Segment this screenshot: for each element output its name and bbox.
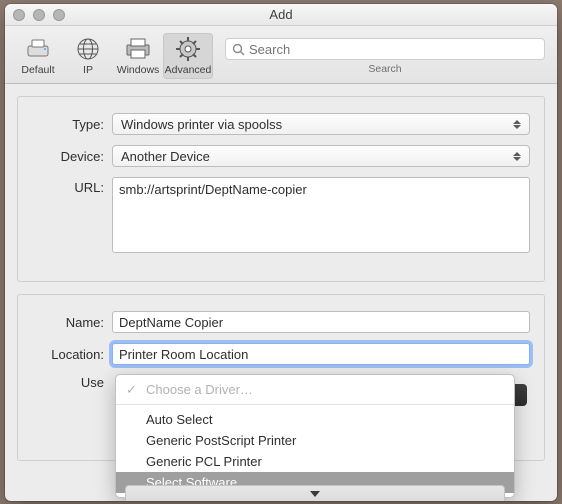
device-label: Device:	[32, 149, 112, 164]
toolbar-advanced[interactable]: Advanced	[163, 33, 213, 79]
url-label: URL:	[32, 177, 112, 195]
use-driver-menu: ✓ Choose a Driver… Auto Select Generic P…	[115, 374, 515, 498]
printer-alt-icon	[123, 36, 153, 62]
gear-icon	[173, 36, 203, 62]
menu-item-pcl[interactable]: Generic PCL Printer	[116, 451, 514, 472]
toolbar: Default IP Windows Advanced Search	[5, 26, 557, 84]
menu-item-postscript[interactable]: Generic PostScript Printer	[116, 430, 514, 451]
add-printer-window: Add Default IP Windows Advanced	[5, 4, 557, 501]
menu-item-auto[interactable]: Auto Select	[116, 409, 514, 430]
location-label: Location:	[32, 347, 112, 362]
search-wrap: Search	[221, 36, 549, 75]
chevron-updown-icon	[509, 148, 525, 164]
printer-icon	[23, 36, 53, 62]
search-input[interactable]	[249, 42, 538, 57]
window-title: Add	[5, 7, 557, 22]
name-field[interactable]	[112, 311, 530, 333]
use-label: Use	[32, 375, 112, 390]
menu-item-choose: ✓ Choose a Driver…	[116, 379, 514, 400]
toolbar-default[interactable]: Default	[13, 33, 63, 79]
toolbar-ip[interactable]: IP	[63, 33, 113, 79]
connection-pane: Type: Windows printer via spoolss Device…	[17, 96, 545, 282]
location-field[interactable]	[112, 343, 530, 365]
toolbar-windows[interactable]: Windows	[113, 33, 163, 79]
toolbar-label: IP	[83, 64, 93, 76]
url-field[interactable]: smb://artsprint/DeptName-copier	[112, 177, 530, 253]
titlebar[interactable]: Add	[5, 4, 557, 26]
search-icon	[232, 43, 245, 56]
type-select[interactable]: Windows printer via spoolss	[112, 113, 530, 135]
toolbar-label: Advanced	[165, 64, 212, 76]
device-value: Another Device	[121, 149, 210, 164]
name-label: Name:	[32, 315, 112, 330]
type-value: Windows printer via spoolss	[121, 117, 282, 132]
type-label: Type:	[32, 117, 112, 132]
search-label: Search	[368, 63, 401, 75]
check-icon: ✓	[126, 382, 137, 398]
device-select[interactable]: Another Device	[112, 145, 530, 167]
search-field[interactable]	[225, 38, 545, 60]
toolbar-label: Default	[21, 64, 54, 76]
toolbar-label: Windows	[117, 64, 160, 76]
chevron-updown-icon	[509, 116, 525, 132]
globe-icon	[73, 36, 103, 62]
overflow-chevron[interactable]	[125, 485, 505, 501]
menu-separator	[116, 404, 514, 405]
